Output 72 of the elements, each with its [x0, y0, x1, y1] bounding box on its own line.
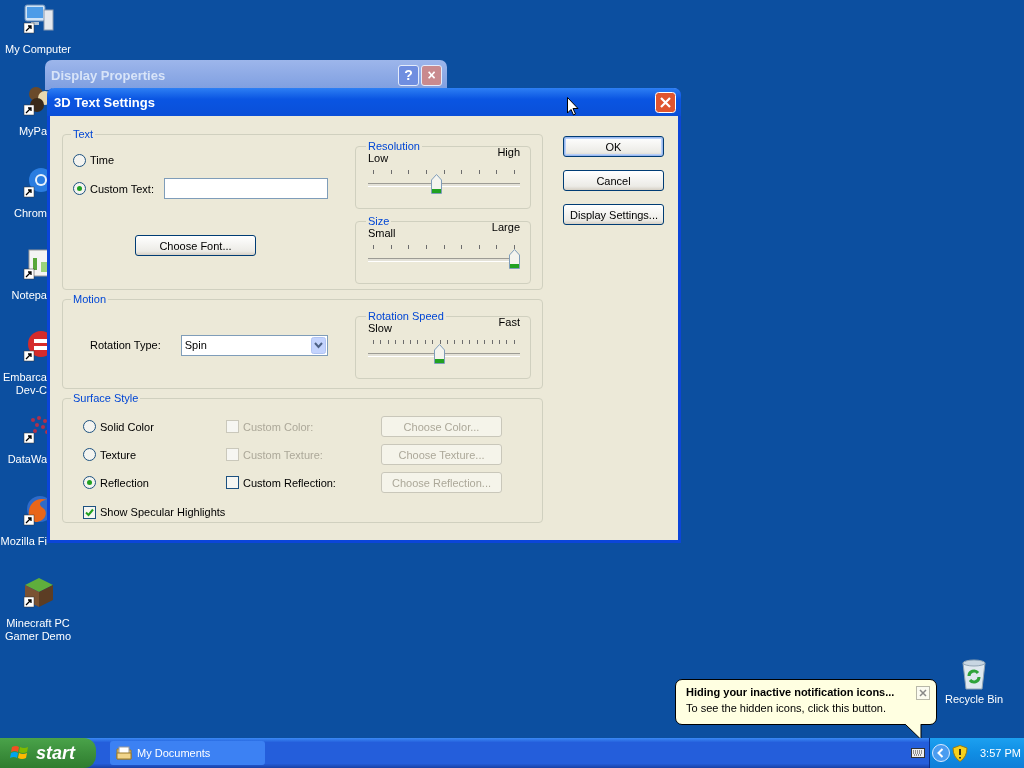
start-button[interactable]: start	[0, 738, 96, 768]
keyboard-icon[interactable]	[911, 748, 925, 758]
slider-label: Small	[368, 227, 396, 239]
help-button[interactable]: ?	[398, 64, 419, 86]
radio-button[interactable]	[83, 420, 96, 433]
windows-flag-icon	[10, 744, 30, 762]
radio-label: Custom Text:	[90, 182, 154, 195]
field-label: Rotation Type:	[90, 339, 161, 351]
shield-icon[interactable]	[952, 744, 968, 762]
slider-label: Large	[491, 221, 520, 233]
icon-label: My Computer	[4, 43, 72, 56]
checkbox-label: Custom Reflection:	[243, 476, 336, 489]
balloon-title: Hiding your inactive notification icons...	[686, 686, 895, 698]
radio-button[interactable]	[83, 448, 96, 461]
balloon-text: To see the hidden icons, click this button.	[686, 702, 887, 714]
folder-icon	[116, 745, 132, 761]
slider-label: Low	[368, 152, 389, 164]
window-title: 3D Text Settings	[54, 94, 155, 110]
window-title-bar[interactable]: Display Properties ? ×	[45, 60, 447, 90]
dropdown[interactable]: Spin	[180, 334, 328, 356]
taskbar-button[interactable]: My Documents	[110, 741, 265, 765]
text-input[interactable]	[164, 178, 328, 199]
clock: 3:57 PM	[980, 747, 1021, 759]
slider-label: Slow	[368, 322, 392, 334]
radio-button[interactable]	[73, 153, 86, 167]
checkbox-label: Show Specular Highlights	[100, 506, 226, 518]
close-button[interactable]: ×	[421, 64, 442, 86]
recycle-bin-icon[interactable]	[959, 658, 989, 690]
radio-label: Solid Color	[100, 420, 154, 433]
group-label: Text	[72, 128, 95, 140]
icon-label: DataWa	[6, 453, 47, 466]
slider-label: Fast	[498, 316, 520, 328]
slider[interactable]	[368, 340, 520, 364]
radio-label: Texture	[100, 448, 137, 461]
group-label: Resolution	[367, 140, 421, 152]
radio-label: Reflection	[100, 476, 149, 489]
slider[interactable]	[368, 245, 520, 269]
grass-block-icon[interactable]	[23, 576, 55, 608]
icon-label: Notepa	[10, 289, 47, 302]
display-settings-button[interactable]: Display Settings...	[563, 204, 664, 225]
radio-button[interactable]	[73, 182, 86, 195]
icon-label: Chrom	[13, 207, 47, 220]
checkbox-label: Custom Texture:	[243, 448, 323, 461]
icon-label: Embarca Dev-C	[1, 371, 47, 397]
icon-label: Recycle Bin	[944, 693, 1004, 705]
slider[interactable]	[368, 170, 520, 194]
window-title: Display Properties	[51, 67, 166, 83]
group-label: Motion	[72, 293, 108, 305]
checkbox-label: Custom Color:	[243, 420, 314, 433]
slider-thumb[interactable]	[431, 174, 443, 194]
close-icon[interactable]	[916, 686, 930, 700]
caret-icon[interactable]	[310, 336, 326, 354]
checkbox[interactable]	[83, 505, 96, 519]
icon-label: MyPa	[17, 125, 47, 138]
checkbox[interactable]	[226, 476, 239, 489]
ok-button[interactable]: OK	[563, 136, 664, 157]
title-bar[interactable]: 3D Text Settings	[47, 88, 681, 116]
choose-font-button[interactable]: Choose Font...	[135, 235, 256, 256]
group-label: Rotation Speed	[367, 310, 445, 322]
radio-label: Time	[90, 154, 115, 166]
slider-thumb[interactable]	[509, 249, 520, 269]
cancel-button[interactable]: Cancel	[563, 170, 664, 191]
chevron-left-icon[interactable]	[932, 744, 950, 762]
icon-label: Minecraft PC Gamer Demo	[4, 617, 72, 643]
computer-icon[interactable]	[23, 2, 55, 34]
group-label: Surface Style	[72, 392, 140, 404]
icon-label: Mozilla Fi	[0, 535, 47, 548]
group-label: Size	[367, 215, 391, 227]
slider-thumb[interactable]	[434, 344, 446, 364]
radio-button[interactable]	[83, 476, 96, 489]
mouse-pointer-icon	[567, 97, 579, 116]
slider-label: High	[497, 146, 520, 158]
